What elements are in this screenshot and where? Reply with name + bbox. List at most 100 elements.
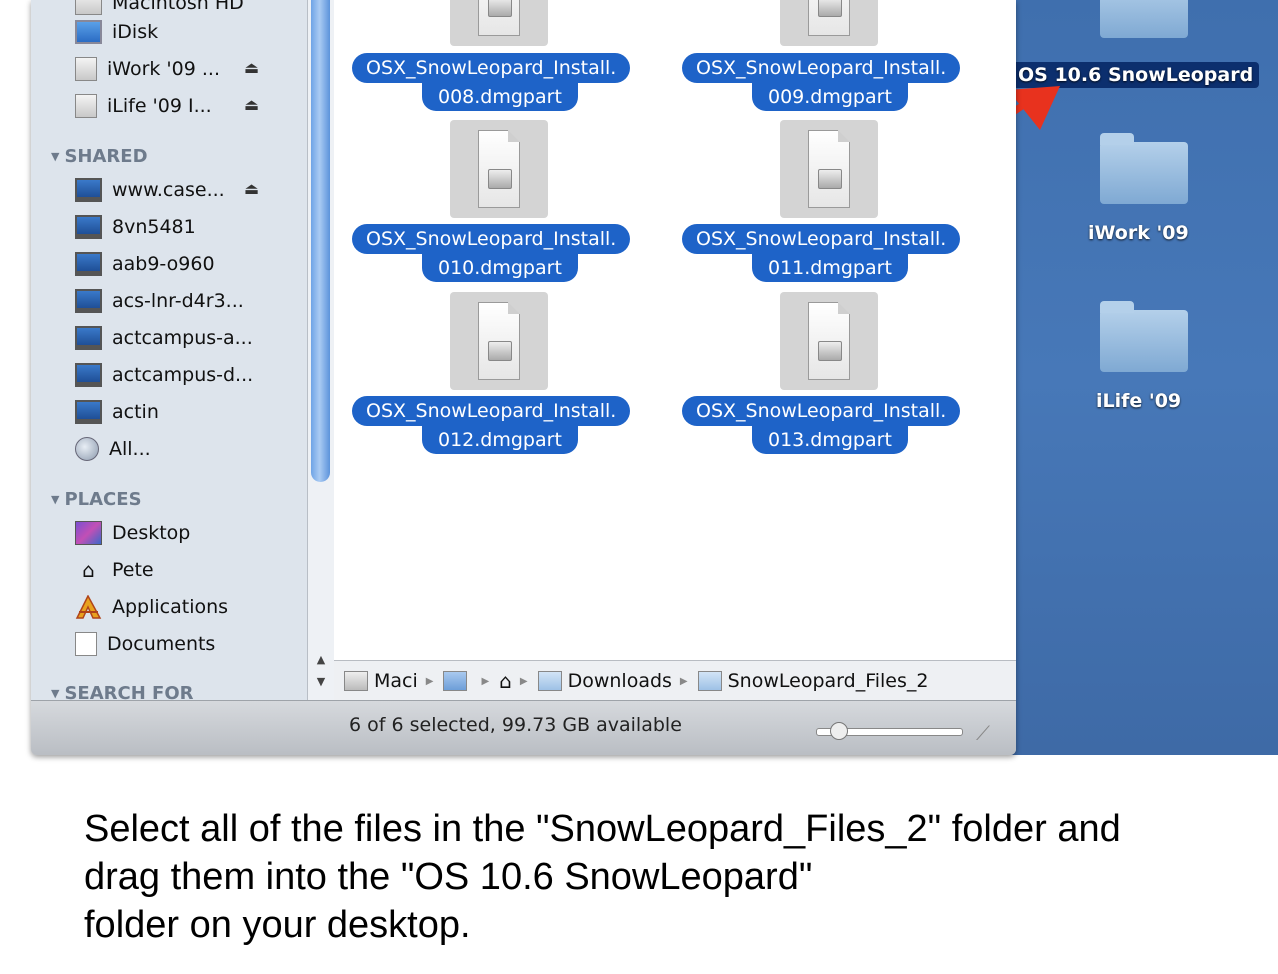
- network-computer-icon: [75, 326, 102, 350]
- sidebar-item-shared[interactable]: aab9-o960: [75, 249, 215, 279]
- applications-icon: [75, 594, 102, 619]
- sidebar-item-label: actcampus-d...: [112, 364, 254, 386]
- file-item[interactable]: OSX_SnowLeopard_Install. 012.dmgpart: [334, 292, 664, 462]
- path-item-label: Downloads: [567, 670, 672, 692]
- sidebar-scrollbar[interactable]: ▲ ▼: [307, 0, 334, 700]
- sidebar-heading-shared[interactable]: ▼ SHARED: [51, 143, 148, 169]
- instruction-text: Select all of the files in the "SnowLeop…: [84, 805, 1121, 949]
- sidebar-item-label: Desktop: [112, 522, 191, 544]
- path-item-macintosh-hd[interactable]: Maci: [344, 670, 418, 692]
- file-name-line2: 008.dmgpart: [422, 83, 578, 111]
- network-computer-icon: [75, 400, 102, 424]
- disclosure-triangle-icon: ▼: [51, 686, 60, 700]
- path-separator-icon: ▶: [481, 675, 490, 687]
- disk-image-icon: [75, 94, 97, 118]
- path-item-users[interactable]: [443, 671, 473, 691]
- path-bar: Maci ▶ ▶ ⌂ ▶ Downloads ▶ SnowLeopard_Fil…: [334, 660, 1016, 701]
- hard-disk-icon: [75, 0, 102, 15]
- scroll-up-arrow-icon[interactable]: ▲: [308, 650, 334, 670]
- finder-window: Macintosh HD iDisk iWork '09 ... ⏏ iLife…: [31, 0, 1016, 755]
- file-item[interactable]: OSX_SnowLeopard_Install. 008.dmgpart: [334, 0, 664, 118]
- eject-icon[interactable]: ⏏: [244, 58, 259, 77]
- idisk-icon: [75, 20, 102, 44]
- sidebar-item-shared[interactable]: actin: [75, 397, 159, 427]
- icon-size-slider[interactable]: [816, 722, 963, 740]
- sidebar-item-label: Applications: [112, 596, 229, 618]
- sidebar-item-shared[interactable]: actcampus-a...: [75, 323, 253, 353]
- desktop-folder-ilife-icon[interactable]: [1100, 301, 1188, 372]
- dmgpart-file-icon: [780, 0, 878, 46]
- file-name-line2: 013.dmgpart: [752, 426, 908, 454]
- eject-icon[interactable]: ⏏: [244, 95, 259, 114]
- dmgpart-file-icon: [450, 0, 548, 46]
- sidebar-item-desktop[interactable]: Desktop: [75, 518, 190, 548]
- path-separator-icon: ▶: [519, 675, 528, 687]
- sidebar-item-label: Macintosh HD: [112, 0, 244, 14]
- file-name-line1: OSX_SnowLeopard_Install.: [352, 396, 631, 426]
- home-icon: ⌂: [499, 669, 512, 693]
- sidebar-item-label: 8vn5481: [112, 216, 196, 238]
- status-text: 6 of 6 selected, 99.73 GB available: [349, 714, 682, 736]
- path-item-label: SnowLeopard_Files_2: [727, 670, 929, 692]
- desktop-icon: [75, 521, 102, 545]
- sidebar-item-shared[interactable]: acs-lnr-d4r3...: [75, 286, 244, 316]
- sidebar-item-label: Pete: [112, 559, 154, 581]
- network-globe-icon: [75, 437, 99, 461]
- file-item[interactable]: OSX_SnowLeopard_Install. 013.dmgpart: [664, 292, 994, 462]
- sidebar-heading-label: PLACES: [64, 488, 142, 510]
- sidebar-item-label: iLife '09 I...: [107, 95, 212, 117]
- file-browser-area[interactable]: OSX_SnowLeopard_Install. 008.dmgpart OSX…: [334, 0, 1016, 660]
- home-icon: ⌂: [82, 558, 95, 582]
- sidebar-item-label: acs-lnr-d4r3...: [112, 290, 244, 312]
- sidebar-item-iwork[interactable]: iWork '09 ...: [75, 54, 220, 84]
- sidebar-heading-places[interactable]: ▼ PLACES: [51, 486, 142, 512]
- desktop-folder-iwork-label[interactable]: iWork '09: [1088, 222, 1189, 244]
- status-bar: 6 of 6 selected, 99.73 GB available ⟋: [31, 700, 1016, 755]
- network-computer-icon: [75, 215, 102, 239]
- file-name-line1: OSX_SnowLeopard_Install.: [682, 53, 961, 83]
- sidebar-item-ilife[interactable]: iLife '09 I...: [75, 91, 212, 121]
- sidebar-item-shared[interactable]: 8vn5481: [75, 212, 196, 242]
- path-item-downloads[interactable]: Downloads: [537, 670, 672, 692]
- file-name-line1: OSX_SnowLeopard_Install.: [352, 224, 631, 254]
- sidebar-item-label: iWork '09 ...: [107, 58, 220, 80]
- sidebar: Macintosh HD iDisk iWork '09 ... ⏏ iLife…: [31, 0, 307, 704]
- sidebar-item-shared-all[interactable]: All...: [75, 434, 151, 464]
- path-item-home[interactable]: ⌂: [499, 669, 512, 693]
- dmgpart-file-icon: [780, 120, 878, 218]
- file-name-line1: OSX_SnowLeopard_Install.: [682, 224, 961, 254]
- network-computer-icon: [75, 363, 102, 387]
- instruction-line: folder on your desktop.: [84, 904, 471, 946]
- desktop-folder-ilife-label[interactable]: iLife '09: [1096, 390, 1181, 412]
- sidebar-item-shared[interactable]: actcampus-d...: [75, 360, 253, 390]
- sidebar-item-shared[interactable]: www.case...: [75, 175, 225, 205]
- sidebar-item-pete[interactable]: ⌂ Pete: [75, 555, 154, 585]
- sidebar-item-applications[interactable]: Applications: [75, 592, 228, 622]
- file-item[interactable]: OSX_SnowLeopard_Install. 009.dmgpart: [664, 0, 994, 118]
- resize-grip-icon[interactable]: ⟋: [976, 721, 990, 745]
- scroll-down-arrow-icon[interactable]: ▼: [308, 672, 334, 692]
- sidebar-item-documents[interactable]: Documents: [75, 629, 215, 659]
- desktop-folder-iwork-icon[interactable]: [1100, 133, 1188, 204]
- desktop-folder-os106-icon[interactable]: [1100, 0, 1188, 38]
- slider-knob[interactable]: [830, 722, 848, 740]
- sidebar-item-idisk[interactable]: iDisk: [75, 17, 158, 47]
- documents-icon: [75, 632, 97, 656]
- network-computer-icon: [75, 252, 102, 276]
- sidebar-item-label: iDisk: [112, 21, 159, 43]
- path-separator-icon: ▶: [679, 675, 688, 687]
- sidebar-item-label: All...: [109, 438, 151, 460]
- file-name-line2: 010.dmgpart: [422, 254, 578, 282]
- sidebar-scrollbar-thumb[interactable]: [311, 0, 330, 482]
- sidebar-item-label: actcampus-a...: [112, 327, 253, 349]
- file-item[interactable]: OSX_SnowLeopard_Install. 011.dmgpart: [664, 120, 994, 290]
- file-name-line1: OSX_SnowLeopard_Install.: [352, 53, 631, 83]
- eject-icon[interactable]: ⏏: [244, 179, 259, 198]
- disclosure-triangle-icon: ▼: [51, 492, 60, 506]
- sidebar-item-macintosh-hd[interactable]: Macintosh HD: [75, 0, 244, 18]
- file-item[interactable]: OSX_SnowLeopard_Install. 010.dmgpart: [334, 120, 664, 290]
- folder-icon: [697, 671, 722, 691]
- path-item-snowleopard-files-2[interactable]: SnowLeopard_Files_2: [697, 670, 929, 692]
- network-computer-icon: [75, 178, 102, 202]
- users-folder-icon: [443, 671, 468, 691]
